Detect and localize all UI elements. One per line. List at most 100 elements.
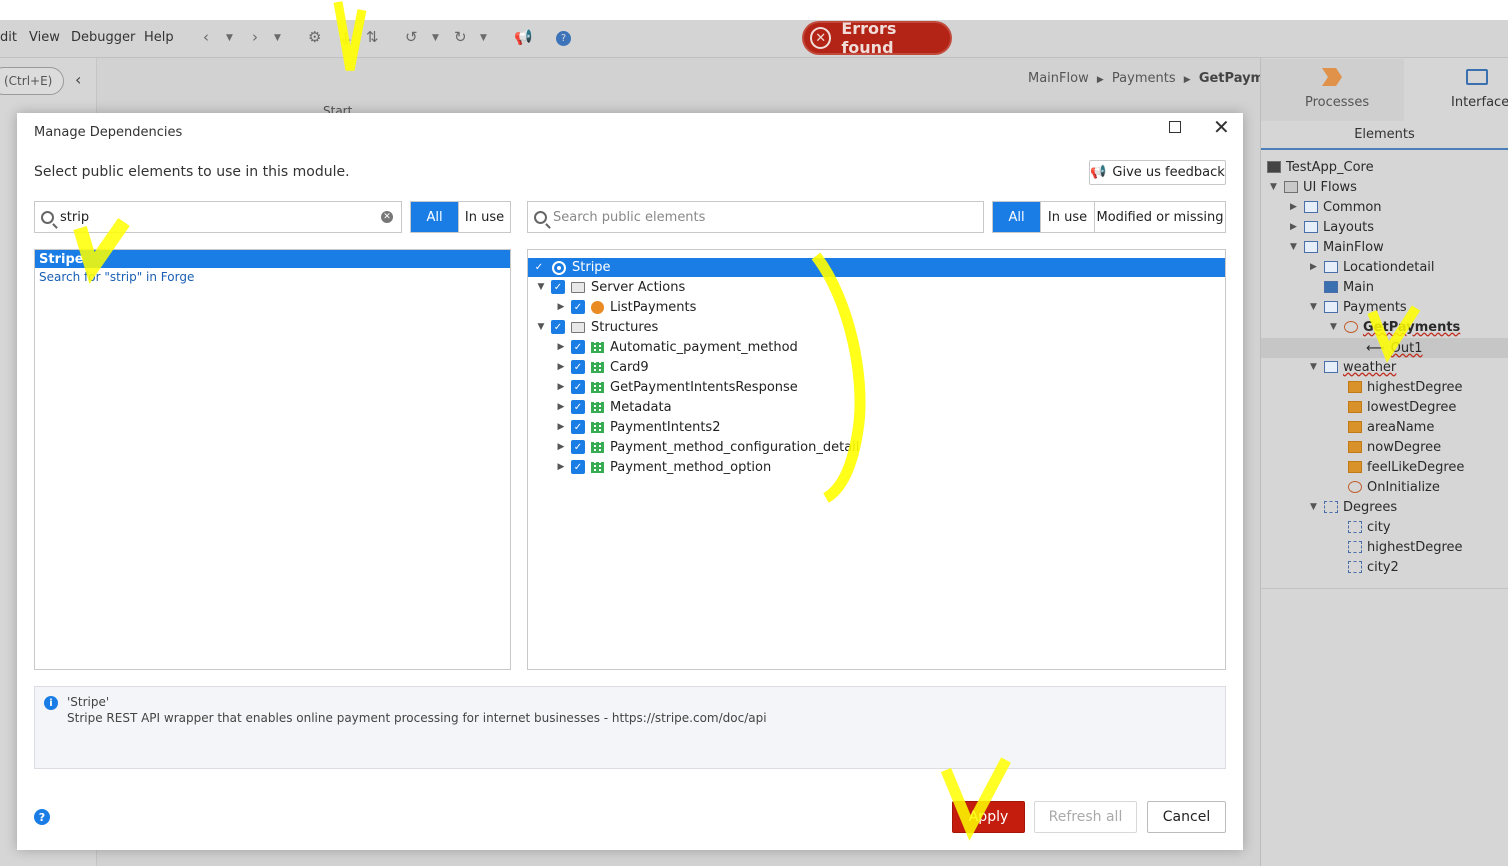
tab-interface-label[interactable]: Interface bbox=[1451, 95, 1508, 110]
tab-elements[interactable]: Elements bbox=[1261, 121, 1508, 150]
help-icon[interactable]: ? bbox=[556, 31, 571, 46]
breadcrumb-item[interactable]: Payments bbox=[1112, 71, 1176, 86]
expanded-icon[interactable]: ▼ bbox=[1290, 242, 1304, 252]
expanded-icon[interactable]: ▼ bbox=[1310, 302, 1324, 312]
close-icon[interactable]: ✕ bbox=[1213, 115, 1230, 139]
filter-all-button[interactable]: All bbox=[993, 202, 1040, 232]
collapse-panel-icon[interactable]: ‹ bbox=[75, 70, 81, 89]
expanded-icon[interactable]: ▼ bbox=[531, 322, 551, 332]
checkbox-checked-icon[interactable]: ✓ bbox=[551, 280, 565, 294]
megaphone-icon[interactable]: 📢 bbox=[514, 28, 533, 46]
redo-icon[interactable]: ↻ bbox=[454, 28, 467, 46]
collapsed-icon[interactable]: ▶ bbox=[1290, 202, 1304, 212]
menu-view[interactable]: View bbox=[29, 30, 60, 45]
tree-row-server-actions[interactable]: ▼ ✓ Server Actions bbox=[531, 277, 686, 297]
clear-search-icon[interactable]: ✕ bbox=[381, 211, 393, 223]
expanded-icon[interactable]: ▼ bbox=[531, 282, 551, 292]
checkbox-checked-icon[interactable]: ✓ bbox=[571, 420, 585, 434]
tree-item[interactable]: ▶ Common bbox=[1290, 197, 1382, 217]
tree-row-listpayments[interactable]: ▶ ✓ ListPayments bbox=[551, 297, 697, 317]
chevron-down-icon[interactable]: ▼ bbox=[432, 33, 439, 43]
filter-modified-missing-button[interactable]: Modified or missing bbox=[1094, 202, 1225, 232]
checkbox-checked-icon[interactable]: ✓ bbox=[571, 460, 585, 474]
expanded-icon[interactable]: ▼ bbox=[1330, 322, 1344, 332]
checkbox-checked-icon[interactable]: ✓ bbox=[532, 260, 546, 275]
module-item-stripe[interactable]: Stripe bbox=[35, 250, 510, 268]
filter-in-use-button[interactable]: In use bbox=[458, 202, 510, 232]
tree-item[interactable]: lowestDegree bbox=[1348, 397, 1456, 417]
checkbox-checked-icon[interactable]: ✓ bbox=[571, 360, 585, 374]
expanded-icon[interactable]: ▼ bbox=[1310, 362, 1324, 372]
tree-item[interactable]: ▼ weather bbox=[1310, 357, 1396, 377]
tree-item[interactable]: feelLikeDegree bbox=[1348, 457, 1464, 477]
tree-item[interactable]: nowDegree bbox=[1348, 437, 1441, 457]
search-forge-link[interactable]: Search for "strip" in Forge bbox=[39, 270, 194, 284]
errors-found-badge[interactable]: ✕ Errors found bbox=[804, 19, 950, 57]
collapsed-icon[interactable]: ▶ bbox=[551, 442, 571, 452]
collapsed-icon[interactable]: ▶ bbox=[551, 342, 571, 352]
tree-row-structure[interactable]: ▶ ✓ Automatic_payment_method bbox=[551, 337, 798, 357]
checkbox-checked-icon[interactable]: ✓ bbox=[571, 300, 585, 314]
menu-debugger[interactable]: Debugger bbox=[71, 30, 135, 45]
tree-row-structures[interactable]: ▼ ✓ Structures bbox=[531, 317, 659, 337]
tree-item[interactable]: ▼ GetPayments bbox=[1330, 317, 1460, 337]
tree-item[interactable]: city2 bbox=[1348, 557, 1399, 577]
tree-item[interactable]: ▶ Locationdetail bbox=[1310, 257, 1435, 277]
collapsed-icon[interactable]: ▶ bbox=[551, 382, 571, 392]
menu-help[interactable]: Help bbox=[144, 30, 174, 45]
expanded-icon[interactable]: ▼ bbox=[1270, 182, 1284, 192]
tree-item[interactable]: city bbox=[1348, 517, 1391, 537]
checkbox-checked-icon[interactable]: ✓ bbox=[571, 400, 585, 414]
elements-search-input[interactable] bbox=[551, 208, 983, 226]
collapsed-icon[interactable]: ▶ bbox=[551, 462, 571, 472]
undo-icon[interactable]: ↺ bbox=[405, 28, 418, 46]
collapsed-icon[interactable]: ▶ bbox=[1290, 222, 1304, 232]
tree-item[interactable]: Main bbox=[1324, 277, 1374, 297]
tree-item[interactable]: ▼ MainFlow bbox=[1290, 237, 1384, 257]
gear-icon[interactable]: ⚙ bbox=[308, 28, 321, 46]
tree-row-structure[interactable]: ▶ ✓ Payment_method_option bbox=[551, 457, 772, 477]
tree-item[interactable]: OnInitialize bbox=[1348, 477, 1440, 497]
tree-row-structure[interactable]: ▶ ✓ Card9 bbox=[551, 357, 649, 377]
tree-row-structure[interactable]: ▶ ✓ PaymentIntents2 bbox=[551, 417, 721, 437]
expanded-icon[interactable]: ▼ bbox=[1310, 502, 1324, 512]
maximize-icon[interactable] bbox=[1169, 121, 1181, 133]
tree-item[interactable]: highestDegree bbox=[1348, 537, 1463, 557]
filter-all-button[interactable]: All bbox=[411, 202, 458, 232]
chevron-down-icon[interactable]: ▼ bbox=[226, 33, 233, 43]
tree-item[interactable]: ▼ UI Flows bbox=[1270, 177, 1357, 197]
search-shortcut-pill[interactable]: (Ctrl+E) bbox=[0, 67, 64, 95]
tree-item[interactable]: TestApp_Core bbox=[1267, 157, 1374, 177]
tree-item[interactable]: ▼ Degrees bbox=[1310, 497, 1397, 517]
checkbox-checked-icon[interactable]: ✓ bbox=[571, 340, 585, 354]
forward-icon[interactable]: › bbox=[252, 28, 258, 46]
collapsed-icon[interactable]: ▶ bbox=[551, 302, 571, 312]
tree-row-structure[interactable]: ▶ ✓ Payment_method_configuration_detail bbox=[551, 437, 860, 457]
checkbox-checked-icon[interactable]: ✓ bbox=[571, 380, 585, 394]
tree-item[interactable]: areaName bbox=[1348, 417, 1434, 437]
plug-icon[interactable]: ⏚ bbox=[338, 28, 353, 49]
breadcrumb-item[interactable]: MainFlow bbox=[1028, 71, 1089, 86]
module-search-input[interactable] bbox=[58, 208, 381, 226]
refresh-all-button[interactable]: Refresh all bbox=[1034, 801, 1137, 833]
checkbox-checked-icon[interactable]: ✓ bbox=[551, 320, 565, 334]
back-icon[interactable]: ‹ bbox=[203, 28, 209, 46]
filter-in-use-button[interactable]: In use bbox=[1040, 202, 1094, 232]
tree-row-structure[interactable]: ▶ ✓ Metadata bbox=[551, 397, 672, 417]
collapsed-icon[interactable]: ▶ bbox=[551, 362, 571, 372]
tree-item[interactable]: highestDegree bbox=[1348, 377, 1463, 397]
give-feedback-button[interactable]: 📢 Give us feedback bbox=[1089, 160, 1226, 185]
tree-item[interactable]: ▶ Layouts bbox=[1290, 217, 1374, 237]
tree-item[interactable]: ▼ Payments bbox=[1310, 297, 1407, 317]
tree-item[interactable]: ⟵ Out1 bbox=[1366, 338, 1422, 358]
chevron-down-icon[interactable]: ▼ bbox=[274, 33, 281, 43]
menu-edit[interactable]: dit bbox=[0, 30, 17, 45]
checkbox-checked-icon[interactable]: ✓ bbox=[571, 440, 585, 454]
publish-icon[interactable]: ⇅ bbox=[366, 28, 379, 46]
cancel-button[interactable]: Cancel bbox=[1147, 801, 1226, 833]
tree-row-structure[interactable]: ▶ ✓ GetPaymentIntentsResponse bbox=[551, 377, 798, 397]
apply-button[interactable]: Apply bbox=[952, 801, 1025, 833]
help-icon[interactable]: ? bbox=[34, 809, 50, 825]
chevron-down-icon[interactable]: ▼ bbox=[480, 33, 487, 43]
tree-row-stripe[interactable]: ✓ Stripe bbox=[528, 258, 1225, 277]
